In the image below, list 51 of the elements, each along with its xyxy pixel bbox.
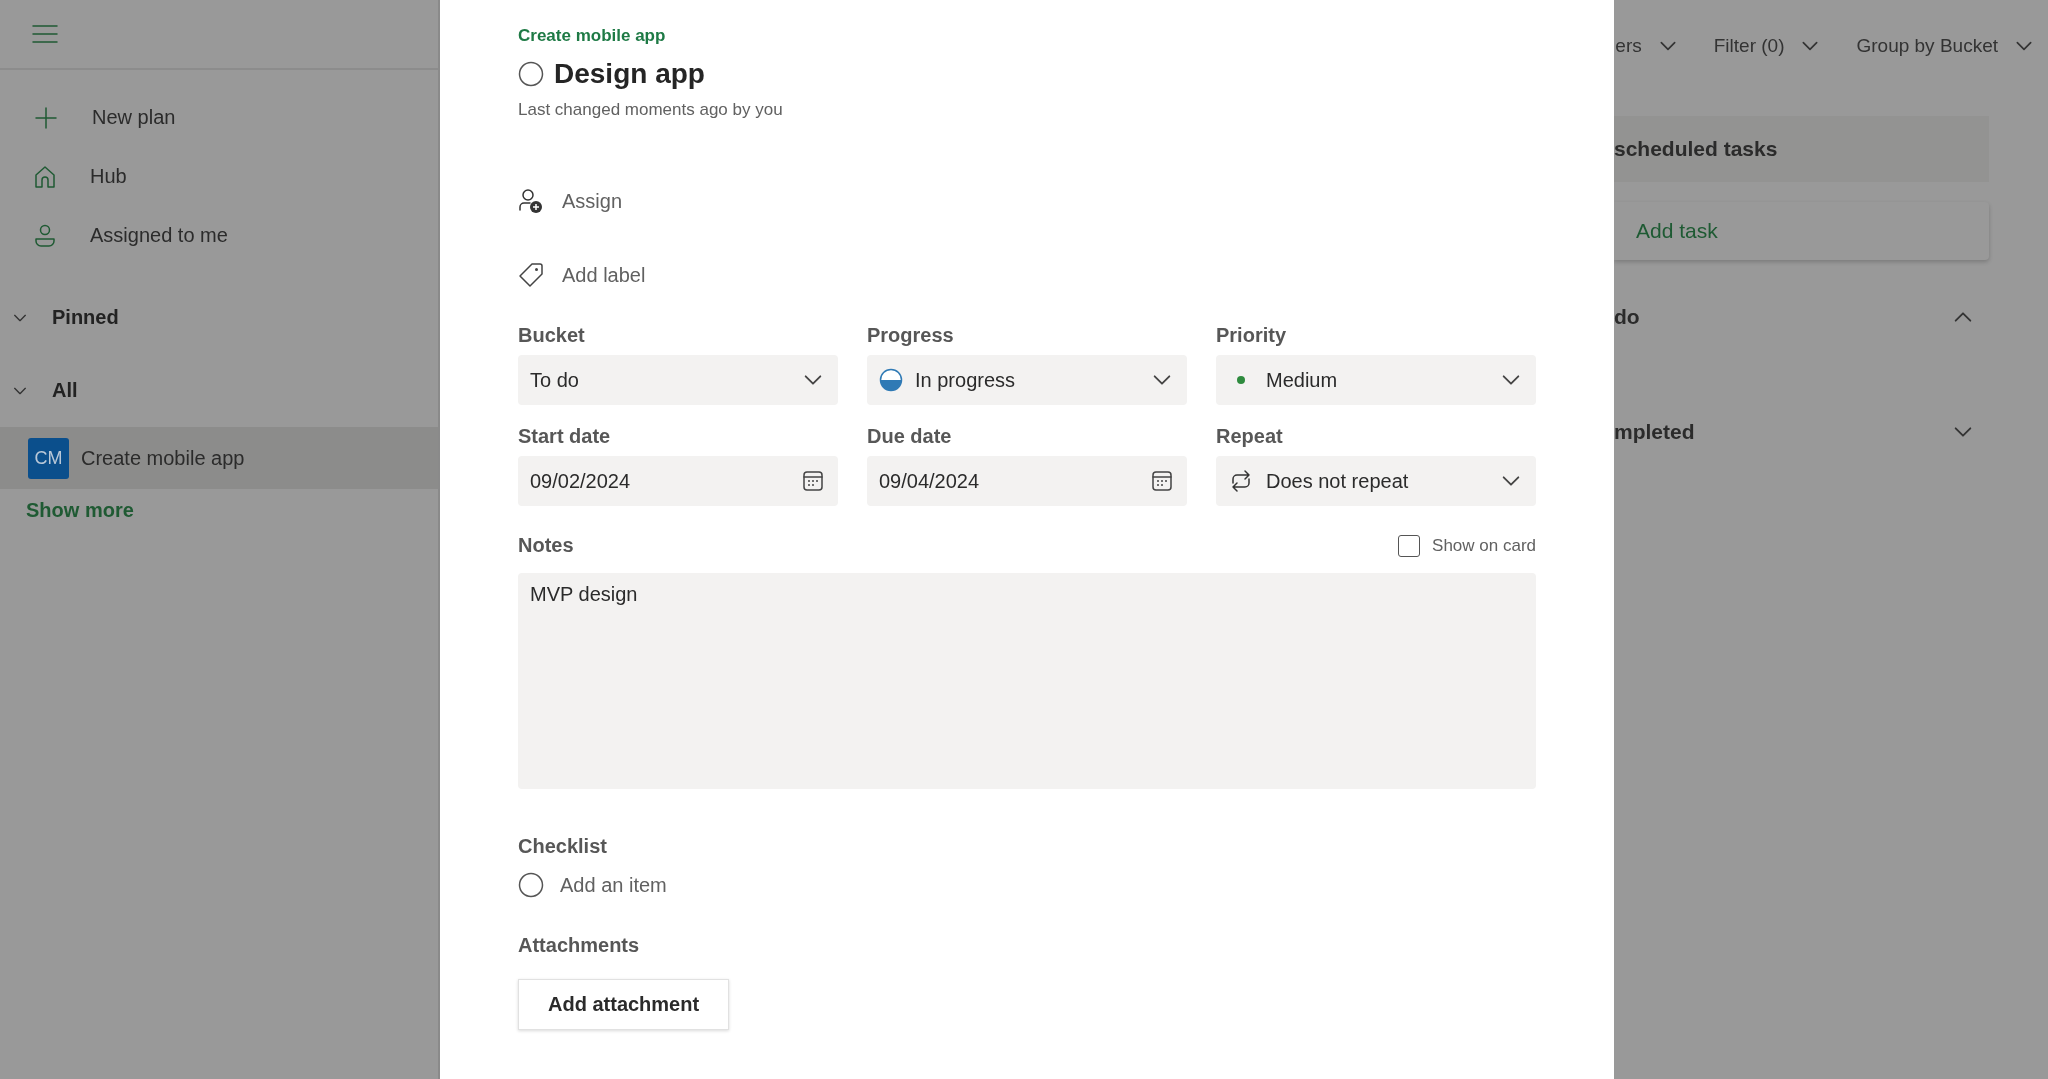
toolbar-dropdown[interactable]: ers xyxy=(1615,26,1678,66)
bucket-header: scheduled tasks xyxy=(1614,116,1989,182)
nav-item[interactable]: Hub xyxy=(0,147,438,206)
dropdown[interactable]: Does not repeat xyxy=(1216,456,1536,506)
plan-link[interactable]: Create mobile app xyxy=(518,26,666,46)
add-person-icon xyxy=(518,188,544,214)
section-header[interactable]: All xyxy=(0,354,438,427)
nav-item[interactable]: Assigned to me xyxy=(0,206,438,265)
complete-toggle[interactable] xyxy=(518,61,544,87)
show-on-card-checkbox[interactable]: Show on card xyxy=(1398,534,1536,557)
plan-item[interactable]: CM Create mobile app xyxy=(0,427,438,489)
field-label: Due date xyxy=(867,425,953,448)
person-icon xyxy=(34,223,56,248)
group-header[interactable]: mpleted xyxy=(1614,403,1974,461)
notes-label: Notes xyxy=(518,534,574,557)
show-more-link[interactable]: Show more xyxy=(0,489,134,522)
task-title: Design app xyxy=(554,58,705,90)
circle-icon xyxy=(518,872,544,898)
plan-avatar: CM xyxy=(28,437,69,479)
add-label-button[interactable]: Add label xyxy=(518,262,646,288)
assign-button[interactable]: Assign xyxy=(518,188,623,214)
calendar-icon xyxy=(802,470,824,492)
date-field[interactable]: 09/04/2024 xyxy=(867,456,1187,506)
field-label: Start date xyxy=(518,425,612,448)
add-task-button[interactable]: Add task xyxy=(1614,202,1989,260)
dropdown[interactable]: Medium xyxy=(1216,355,1536,405)
nav-item[interactable]: New plan xyxy=(0,88,438,147)
field-label: Priority xyxy=(1216,324,1288,347)
notes-field[interactable]: MVP design xyxy=(518,573,1536,789)
half-circle-icon xyxy=(879,368,903,392)
date-field[interactable]: 09/02/2024 xyxy=(518,456,838,506)
toolbar-dropdown[interactable]: Group by Bucket xyxy=(1856,26,2034,66)
field-label: Bucket xyxy=(518,324,586,347)
checklist-item-field[interactable]: Add an item xyxy=(558,872,862,898)
dot-icon xyxy=(1236,375,1246,385)
add-attachment-button[interactable]: Add attachment xyxy=(518,979,730,1030)
home-icon xyxy=(34,164,56,189)
toolbar-dropdown[interactable]: Filter (0) xyxy=(1713,26,1821,66)
attachments-label: Attachments xyxy=(518,934,641,957)
tag-icon xyxy=(518,262,544,288)
checklist-label: Checklist xyxy=(518,835,608,858)
field-label: Progress xyxy=(867,324,955,347)
dropdown[interactable]: In progress xyxy=(867,355,1187,405)
checkbox-square[interactable] xyxy=(1398,534,1421,557)
last-changed-text: Last changed moments ago by you xyxy=(518,100,784,120)
field-label: Repeat xyxy=(1216,425,1284,448)
section-header[interactable]: Pinned xyxy=(0,281,438,354)
group-header[interactable]: do xyxy=(1614,288,1974,346)
dropdown[interactable]: To do xyxy=(518,355,838,405)
plus-icon xyxy=(34,105,58,130)
calendar-icon xyxy=(1151,470,1173,492)
